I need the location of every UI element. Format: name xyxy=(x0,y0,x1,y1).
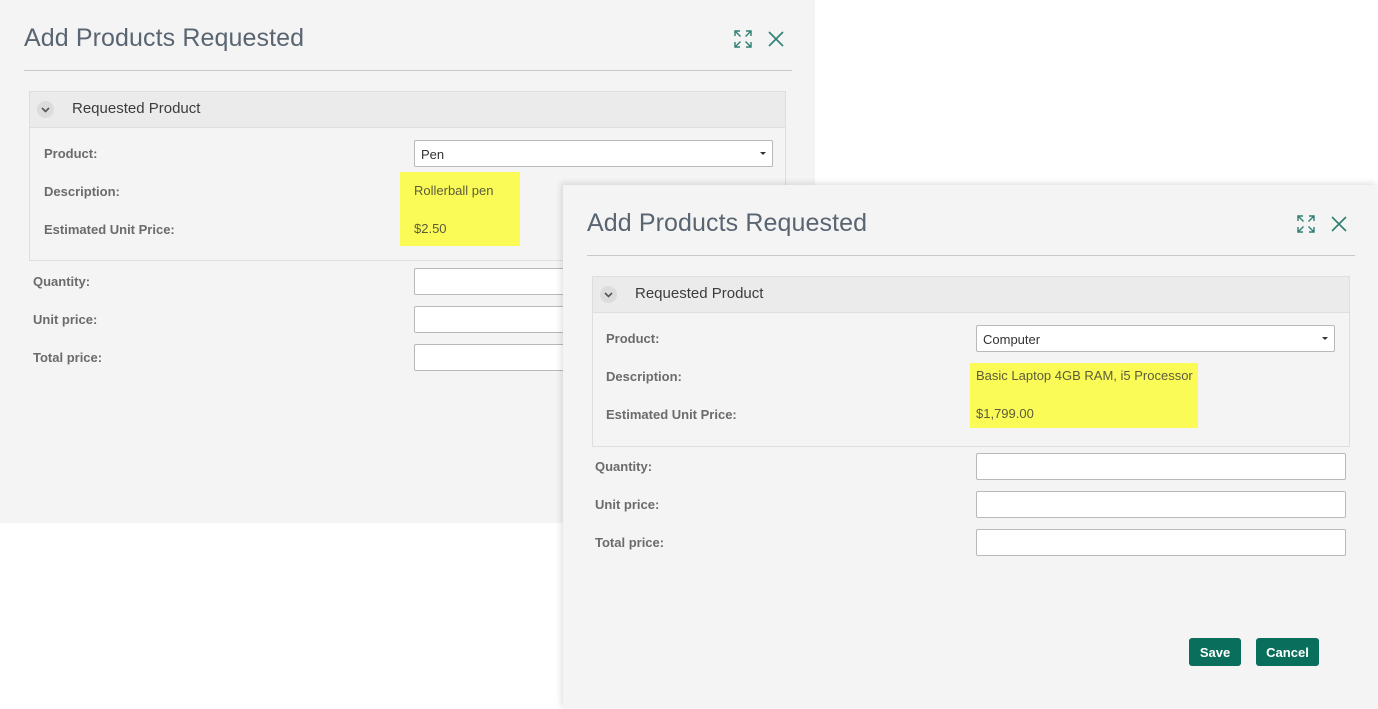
product-label: Product: xyxy=(606,331,660,346)
estimated-unit-price-value: $1,799.00 xyxy=(976,406,1034,421)
section-title: Requested Product xyxy=(635,285,764,302)
chevron-down-icon[interactable] xyxy=(37,101,54,118)
estimated-unit-price-value: $2.50 xyxy=(414,221,447,236)
total-price-label: Total price: xyxy=(33,350,103,365)
description-label: Description: xyxy=(606,369,682,384)
unit-price-label: Unit price: xyxy=(595,497,660,512)
expand-icon[interactable] xyxy=(732,28,754,50)
section-header[interactable]: Requested Product xyxy=(30,92,785,128)
title-divider xyxy=(24,70,792,71)
estimated-unit-price-label: Estimated Unit Price: xyxy=(606,407,737,422)
quantity-label: Quantity: xyxy=(595,459,653,474)
description-label: Description: xyxy=(44,184,120,199)
caret-down-icon xyxy=(1322,337,1328,340)
chevron-down-icon[interactable] xyxy=(600,286,617,303)
unit-price-input[interactable] xyxy=(976,491,1346,518)
save-button[interactable]: Save xyxy=(1189,638,1241,666)
add-products-dialog-front: Add Products Requested Requested Product… xyxy=(563,185,1378,709)
estimated-unit-price-label: Estimated Unit Price: xyxy=(44,222,175,237)
section-title: Requested Product xyxy=(72,100,201,117)
close-icon[interactable] xyxy=(1328,213,1350,235)
total-price-label: Total price: xyxy=(595,535,665,550)
quantity-label: Quantity: xyxy=(33,274,91,289)
product-select[interactable]: Computer xyxy=(976,325,1335,352)
cancel-button[interactable]: Cancel xyxy=(1256,638,1319,666)
close-icon[interactable] xyxy=(765,28,787,50)
total-price-input[interactable] xyxy=(976,529,1346,556)
product-select[interactable]: Pen xyxy=(414,140,773,167)
product-selected-value: Computer xyxy=(983,332,1041,347)
unit-price-label: Unit price: xyxy=(33,312,98,327)
product-selected-value: Pen xyxy=(421,147,445,162)
section-header[interactable]: Requested Product xyxy=(593,277,1349,313)
description-value: Basic Laptop 4GB RAM, i5 Processor xyxy=(976,368,1193,383)
product-label: Product: xyxy=(44,146,98,161)
dialog-title: Add Products Requested xyxy=(24,24,305,52)
description-value: Rollerball pen xyxy=(414,183,494,198)
title-divider xyxy=(587,255,1355,256)
quantity-input[interactable] xyxy=(976,453,1346,480)
expand-icon[interactable] xyxy=(1295,213,1317,235)
dialog-title: Add Products Requested xyxy=(587,209,868,237)
caret-down-icon xyxy=(760,152,766,155)
